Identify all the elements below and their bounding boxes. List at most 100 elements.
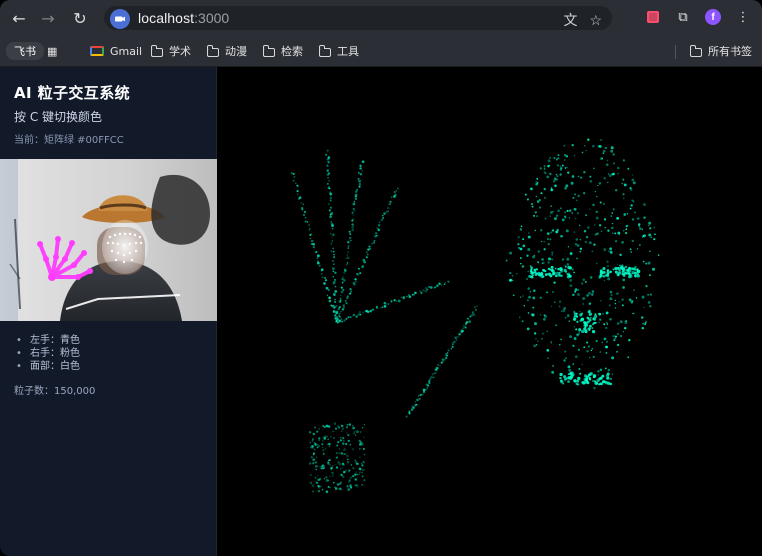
face-feature-dot	[623, 273, 626, 276]
hand-particle-dot	[293, 175, 296, 179]
particle-dot	[588, 309, 591, 312]
hand-particle-dot	[343, 471, 346, 474]
hand-particle-dot	[337, 441, 340, 444]
hand-particle-dot	[302, 203, 305, 206]
particle-dot	[584, 281, 587, 283]
menu-kebab-icon[interactable]: ⋮	[735, 9, 751, 25]
hand-particle-dot	[342, 463, 345, 467]
bookmark-feishu[interactable]: 飞书	[6, 42, 44, 60]
hand-particle-dot	[348, 479, 351, 482]
profile-avatar[interactable]: f	[705, 9, 721, 25]
hand-particle-dot	[343, 271, 346, 274]
star-icon[interactable]: ☆	[589, 12, 602, 29]
hand-particle-dot	[332, 280, 336, 284]
particle-dot	[533, 322, 537, 326]
back-button[interactable]: ←	[9, 8, 29, 28]
particle-dot	[636, 248, 639, 250]
hand-particle-dot	[329, 232, 332, 235]
hand-particle-dot	[318, 264, 321, 267]
bookmark-tools[interactable]: 工具	[313, 42, 365, 60]
hand-particle-dot	[349, 476, 352, 479]
particle-dot	[546, 175, 549, 179]
particle-dot	[616, 216, 620, 220]
hand-particle-dot	[402, 296, 406, 299]
bookmark-academic[interactable]: 学术	[145, 42, 197, 60]
hand-particle-dot	[354, 278, 357, 281]
hand-particle-dot	[304, 216, 307, 219]
hand-particle-dot	[358, 182, 362, 186]
face-feature-dot	[594, 381, 598, 385]
hand-particle-dot	[428, 285, 431, 289]
particle-dot	[619, 320, 623, 324]
hand-particle-dot	[363, 424, 366, 426]
hand-particle-dot	[316, 456, 318, 458]
folder-icon	[207, 44, 219, 57]
particle-dot	[614, 188, 618, 192]
particle-dot	[602, 152, 605, 154]
hand-particle-dot	[328, 203, 330, 205]
particle-dot	[529, 290, 532, 293]
hand-particle-dot	[378, 221, 381, 224]
address-bar[interactable]: localhost :3000 文 ☆	[103, 5, 613, 31]
face-feature-dot	[576, 379, 580, 383]
extensions-icon[interactable]: ⧉	[675, 9, 691, 25]
particle-dot	[593, 386, 596, 390]
particle-dot	[612, 153, 615, 156]
site-info-icon[interactable]	[110, 9, 130, 29]
hand-particle-dot	[308, 229, 311, 231]
hand-particle-dot	[323, 282, 326, 285]
particle-dot	[543, 187, 546, 191]
hand-particle-dot	[329, 463, 332, 466]
particle-dot	[572, 363, 574, 365]
extension-red-icon[interactable]	[645, 9, 661, 25]
particle-dot	[623, 213, 627, 216]
particle-dot	[602, 312, 604, 315]
apps-button[interactable]: ▦	[41, 42, 63, 60]
bookmark-gmail[interactable]: Gmail	[84, 42, 148, 60]
omnibox-actions: 文 ☆	[563, 10, 602, 30]
particle-dot	[533, 344, 536, 348]
bookmark-all[interactable]: 所有书签	[684, 42, 758, 60]
hand-particle-dot	[332, 250, 335, 253]
hand-particle-dot	[321, 446, 324, 448]
particle-dot	[557, 154, 560, 157]
hand-particle-dot	[332, 275, 335, 278]
hand-particle-dot	[342, 442, 345, 445]
particle-dot	[571, 175, 575, 178]
translate-icon[interactable]: 文	[563, 10, 577, 30]
face-feature-dot	[605, 377, 609, 380]
particle-dot	[565, 229, 569, 233]
reload-icon: ↻	[73, 8, 87, 28]
hand-particle-dot	[326, 443, 329, 446]
particle-dot	[553, 281, 556, 284]
hand-particle-dot	[330, 466, 333, 470]
hand-particle-dot	[339, 297, 342, 300]
particle-dot	[537, 250, 540, 253]
particle-dot	[592, 355, 595, 358]
reload-button[interactable]: ↻	[70, 8, 90, 28]
particle-canvas[interactable]	[217, 67, 762, 556]
particle-dot	[550, 211, 553, 214]
particle-dot	[526, 198, 529, 201]
hand-particle-dot	[328, 299, 332, 303]
particle-dot	[602, 149, 606, 153]
bookmark-search[interactable]: 检索	[257, 42, 309, 60]
particle-dot	[527, 287, 531, 290]
forward-button[interactable]: →	[38, 8, 58, 28]
bookmark-anime[interactable]: 动漫	[201, 42, 253, 60]
hand-particle-dot	[358, 179, 361, 183]
face-feature-dot	[591, 330, 596, 334]
hand-particle-dot	[329, 486, 332, 489]
hand-particle-dot	[337, 426, 341, 429]
hand-particle-dot	[383, 305, 387, 308]
particle-dot	[649, 293, 652, 296]
particle-dot	[549, 172, 552, 176]
browser-window: ← → ↻ localhost :3000 文 ☆ ⧉ f ⋮ 飞书 ▦ Gma…	[0, 0, 762, 556]
particle-dot	[616, 166, 620, 170]
hand-particle-dot	[356, 272, 359, 276]
hand-particle-dot	[336, 444, 339, 447]
particle-dot	[546, 348, 550, 352]
particle-dot	[586, 341, 589, 344]
particle-dot	[589, 180, 593, 183]
particle-dot	[569, 278, 572, 282]
